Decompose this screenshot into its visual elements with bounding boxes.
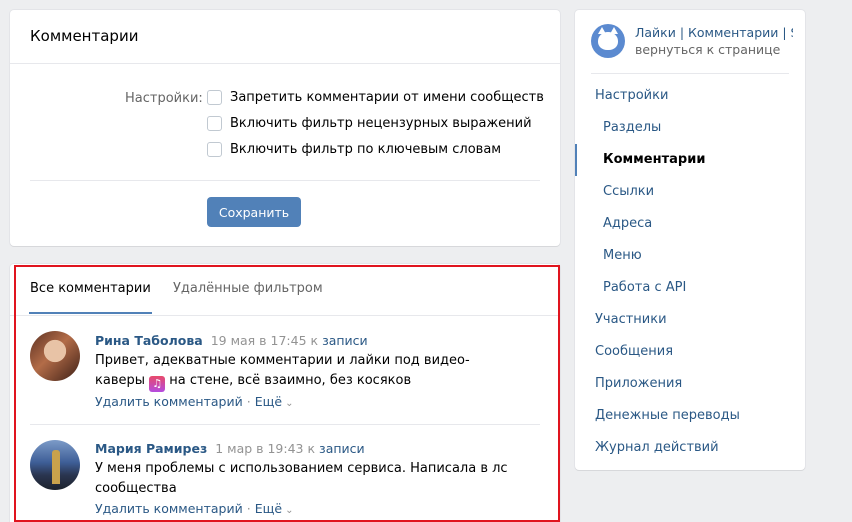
comment-header: Мария Рамирез 1 мар в 19:43 к записи [95,441,365,456]
menu-item-links[interactable]: Ссылки [603,184,654,199]
comment-text: У меня проблемы с использованием сервиса… [95,461,508,496]
chevron-down-icon[interactable]: ⌄ [285,398,293,409]
delete-comment-button[interactable]: Удалить комментарий [95,394,243,409]
menu-item-sections[interactable]: Разделы [603,120,661,135]
menu-item-messages[interactable]: Сообщения [595,344,673,359]
checkbox-keyword-filter[interactable]: Включить фильтр по ключевым словам [207,142,501,157]
separator-dot: · [246,501,251,516]
comment-to: к [307,441,316,456]
group-name[interactable]: Лайки | Комментарии | S... [635,25,793,40]
comments-tabs: Все комментарии Удалённые фильтром [10,264,560,316]
comment-text-part: на стене, всё взаимно, без косяков [169,373,412,388]
comment-author[interactable]: Мария Рамирез [95,441,207,456]
separator-dot: · [246,394,251,409]
menu-item-settings[interactable]: Настройки [595,88,668,103]
checkbox-disable-community-comments[interactable]: Запретить комментарии от имени сообществ [207,90,544,105]
checkbox-box[interactable] [207,90,222,105]
comment-date: 1 мар в 19:43 к записи [215,441,364,456]
tab-filtered-comments[interactable]: Удалённые фильтром [173,281,323,296]
checkbox-obscene-filter[interactable]: Включить фильтр нецензурных выражений [207,116,532,131]
checkbox-label: Включить фильтр нецензурных выражений [230,116,532,131]
comments-list-card: Все комментарии Удалённые фильтром Рина … [10,264,560,522]
checkbox-label: Запретить комментарии от имени сообществ [230,90,544,105]
music-emoji-icon: ♫ [149,376,166,392]
comment-post-link[interactable]: записи [322,333,368,348]
menu-item-members[interactable]: Участники [595,312,667,327]
comment-author[interactable]: Рина Таболова [95,333,203,348]
checkbox-box[interactable] [207,142,222,157]
more-button[interactable]: Ещё [255,501,282,516]
comment-actions: Удалить комментарий · Ещё ⌄ [95,394,293,409]
avatar[interactable] [30,440,80,490]
menu-item-menu[interactable]: Меню [603,248,642,263]
divider [30,424,540,425]
comment-post-link[interactable]: записи [319,441,365,456]
avatar[interactable] [30,331,80,381]
comment-date-text[interactable]: 1 мар в 19:43 [215,441,303,456]
menu-item-api[interactable]: Работа с API [603,280,686,295]
right-menu: Лайки | Комментарии | S... вернуться к с… [575,10,805,470]
page-title: Комментарии [30,27,139,45]
save-button[interactable]: Сохранить [207,197,301,227]
menu-item-apps[interactable]: Приложения [595,376,682,391]
cat-icon [598,27,618,50]
menu-item-money-transfers[interactable]: Денежные переводы [595,408,740,423]
menu-item-addresses[interactable]: Адреса [603,216,652,231]
back-to-page-link[interactable]: вернуться к странице [635,42,780,57]
checkbox-label: Включить фильтр по ключевым словам [230,142,502,157]
divider [30,180,540,181]
active-indicator [575,144,577,176]
menu-item-comments[interactable]: Комментарии [603,152,705,167]
comment-actions: Удалить комментарий · Ещё ⌄ [95,501,293,516]
comments-settings-card: Комментарии Настройки: Запретить коммент… [10,10,560,246]
settings-label: Настройки: [125,91,203,106]
comment-date-text[interactable]: 19 мая в 17:45 [211,333,307,348]
comment-date: 19 мая в 17:45 к записи [211,333,368,348]
chevron-down-icon[interactable]: ⌄ [285,505,293,516]
comment-to: к [310,333,319,348]
more-button[interactable]: Ещё [255,394,282,409]
checkbox-box[interactable] [207,116,222,131]
divider [10,63,560,64]
comment-text: Привет, адекватные комментарии и лайки п… [95,351,515,392]
delete-comment-button[interactable]: Удалить комментарий [95,501,243,516]
divider [591,73,789,74]
tab-all-comments[interactable]: Все комментарии [29,281,152,314]
group-avatar[interactable] [591,24,625,58]
menu-item-action-log[interactable]: Журнал действий [595,440,719,455]
comment-header: Рина Таболова 19 мая в 17:45 к записи [95,333,368,348]
